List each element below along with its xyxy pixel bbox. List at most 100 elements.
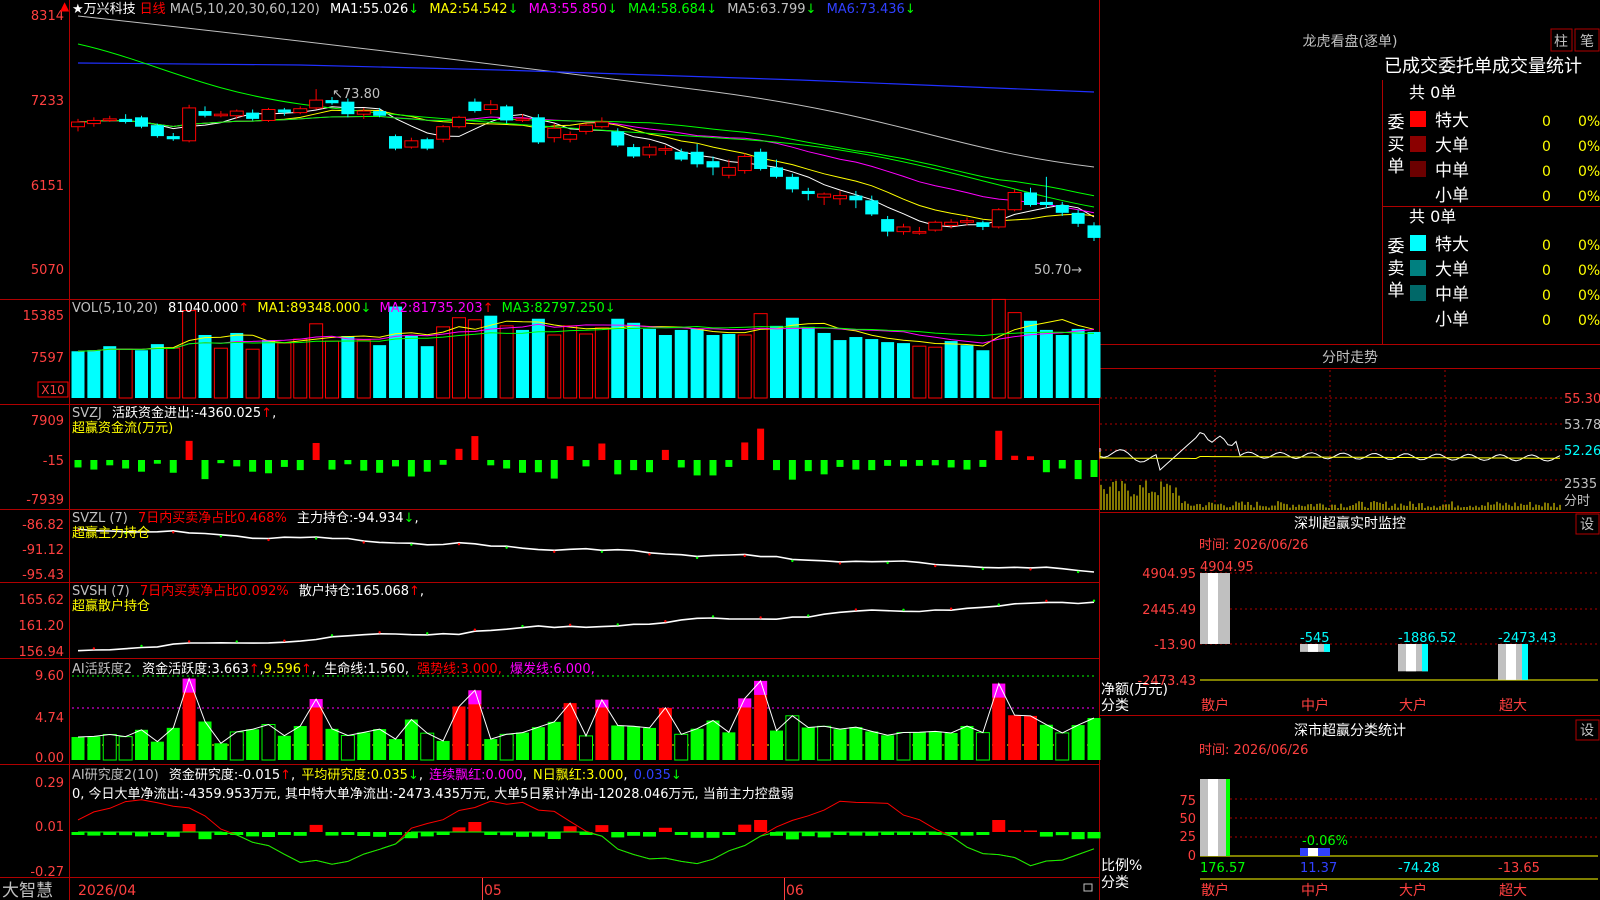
candle-body xyxy=(1007,191,1022,211)
ma1-value: 55.026 xyxy=(363,2,409,17)
brand-label[interactable]: 大智慧 xyxy=(2,881,53,900)
class-bar-category: 超大 xyxy=(1499,883,1527,899)
ma5-value: 63.799 xyxy=(760,2,806,17)
candle-body xyxy=(690,151,704,165)
volume-bar xyxy=(960,345,974,398)
active-bar xyxy=(293,726,307,760)
svzj-bar xyxy=(439,460,447,465)
xaxis-label-3: 06 xyxy=(786,883,804,899)
btn-bi-label[interactable]: 笔 xyxy=(1580,34,1594,50)
row-label: 大单 xyxy=(1435,260,1469,280)
svzj-bar xyxy=(249,460,257,472)
svzl-dot xyxy=(600,550,604,553)
svzl-dot xyxy=(457,542,461,546)
res-value2: 0.035 xyxy=(371,768,408,783)
candle-body xyxy=(309,99,324,109)
volume-bar xyxy=(389,306,402,398)
btn-zhu-label[interactable]: 柱 xyxy=(1554,34,1568,50)
class-ytick-4: 0 xyxy=(1188,849,1196,864)
research-bar xyxy=(801,832,815,837)
research-bar xyxy=(817,832,831,838)
svzj-bar xyxy=(106,460,114,466)
candle-body xyxy=(373,111,387,116)
research-bar xyxy=(849,832,863,836)
research-bar xyxy=(1055,832,1069,836)
candle-body xyxy=(102,118,117,121)
svzj-legend: SVZJ 活跃资金进出:-4360.025↑, xyxy=(72,405,276,421)
active-bar xyxy=(595,699,609,760)
volume-bar xyxy=(309,323,324,399)
ma2-label: MA2: xyxy=(429,2,462,17)
class-settings-label[interactable]: 设 xyxy=(1580,723,1594,739)
svzj-bar xyxy=(360,460,368,471)
svsh-ytick-2: 161.20 xyxy=(19,619,65,634)
svsh-arrow: ↑ xyxy=(409,584,420,599)
class-bar-category: 大户 xyxy=(1399,882,1427,899)
svzl-note: 7日内买卖净占比0.468% xyxy=(138,510,287,526)
svzl-dot xyxy=(934,564,937,568)
stock-name: 万兴科技 xyxy=(84,2,136,17)
svzj-bar xyxy=(804,460,812,472)
svsh-dot xyxy=(92,647,96,650)
research-bar xyxy=(674,832,688,835)
svzj-bar xyxy=(1074,460,1082,480)
research-bar xyxy=(563,826,577,832)
main-chart-area[interactable]: 4904.95 散户 -545 中户 -1886.52 大户 -2473.43 超大 176.5… xyxy=(0,0,1600,900)
research-bar xyxy=(325,832,339,836)
candle-body xyxy=(119,118,133,123)
svzj-bar xyxy=(185,440,193,460)
active-bar xyxy=(579,735,593,761)
volume-bar xyxy=(674,329,688,398)
monitor-bar-value: -1886.52 xyxy=(1398,631,1456,646)
candle-body xyxy=(1039,201,1053,206)
volume-bar xyxy=(897,343,910,398)
svzj-bar xyxy=(947,460,955,468)
class-bar-category: 散户 xyxy=(1201,882,1229,899)
active-bar xyxy=(499,733,514,761)
svsh-dot xyxy=(759,616,762,619)
active-bar xyxy=(706,720,720,760)
svsh-dot xyxy=(235,640,238,643)
ma4-value: 58.684 xyxy=(661,2,707,17)
row-pct: 0% xyxy=(1578,164,1600,180)
svsh-dot xyxy=(330,634,334,637)
svzj-bar xyxy=(90,460,98,470)
vol-unit[interactable]: X10 xyxy=(41,383,65,397)
price-legend: ★万兴科技 日线 MA(5,10,20,30,60,120) MA1:55.026↓… xyxy=(72,2,916,17)
volume-bar xyxy=(833,340,847,398)
volume-bar xyxy=(452,317,466,399)
period-label[interactable]: 日线 xyxy=(140,2,166,17)
dragon-title: 龙虎看盘(逐单) xyxy=(1303,33,1398,50)
svzj-bar xyxy=(534,460,542,473)
volume-bar xyxy=(71,351,85,398)
svsh-dot xyxy=(854,608,858,611)
svsh-dot xyxy=(949,607,953,610)
ma3-arrow: ↓ xyxy=(607,2,618,17)
active-bar xyxy=(1039,724,1053,760)
volume-bar xyxy=(531,318,545,398)
svsh-dot xyxy=(521,624,524,628)
svzj-bar xyxy=(979,460,987,467)
lock-icon[interactable] xyxy=(1083,883,1093,892)
candle-body xyxy=(579,124,593,132)
svzl-dot xyxy=(362,541,365,544)
monitor-bar-value: 4904.95 xyxy=(1200,560,1254,575)
active-bar xyxy=(547,721,561,760)
monitor-settings-label[interactable]: 设 xyxy=(1580,517,1594,533)
svzj-subtitle: 超赢资金流(万元) xyxy=(72,420,173,436)
svzl-arrow: ↓ xyxy=(404,511,415,526)
vol-ma2-label: MA2: xyxy=(380,301,413,316)
row-pct: 0% xyxy=(1578,238,1600,254)
svzj-bar xyxy=(900,460,907,467)
svsh-note: 7日内买卖净占比0.092% xyxy=(140,583,289,599)
row-label: 中单 xyxy=(1435,161,1469,181)
svzj-bar xyxy=(407,460,415,477)
active-bar xyxy=(261,724,276,761)
candle-body xyxy=(1071,212,1085,224)
svzl-dot xyxy=(267,538,270,542)
row-label: 大单 xyxy=(1435,136,1469,156)
research-bar xyxy=(516,832,529,837)
volume-bar xyxy=(611,318,625,398)
row-label: 中单 xyxy=(1435,285,1469,305)
candle-body xyxy=(896,226,911,233)
